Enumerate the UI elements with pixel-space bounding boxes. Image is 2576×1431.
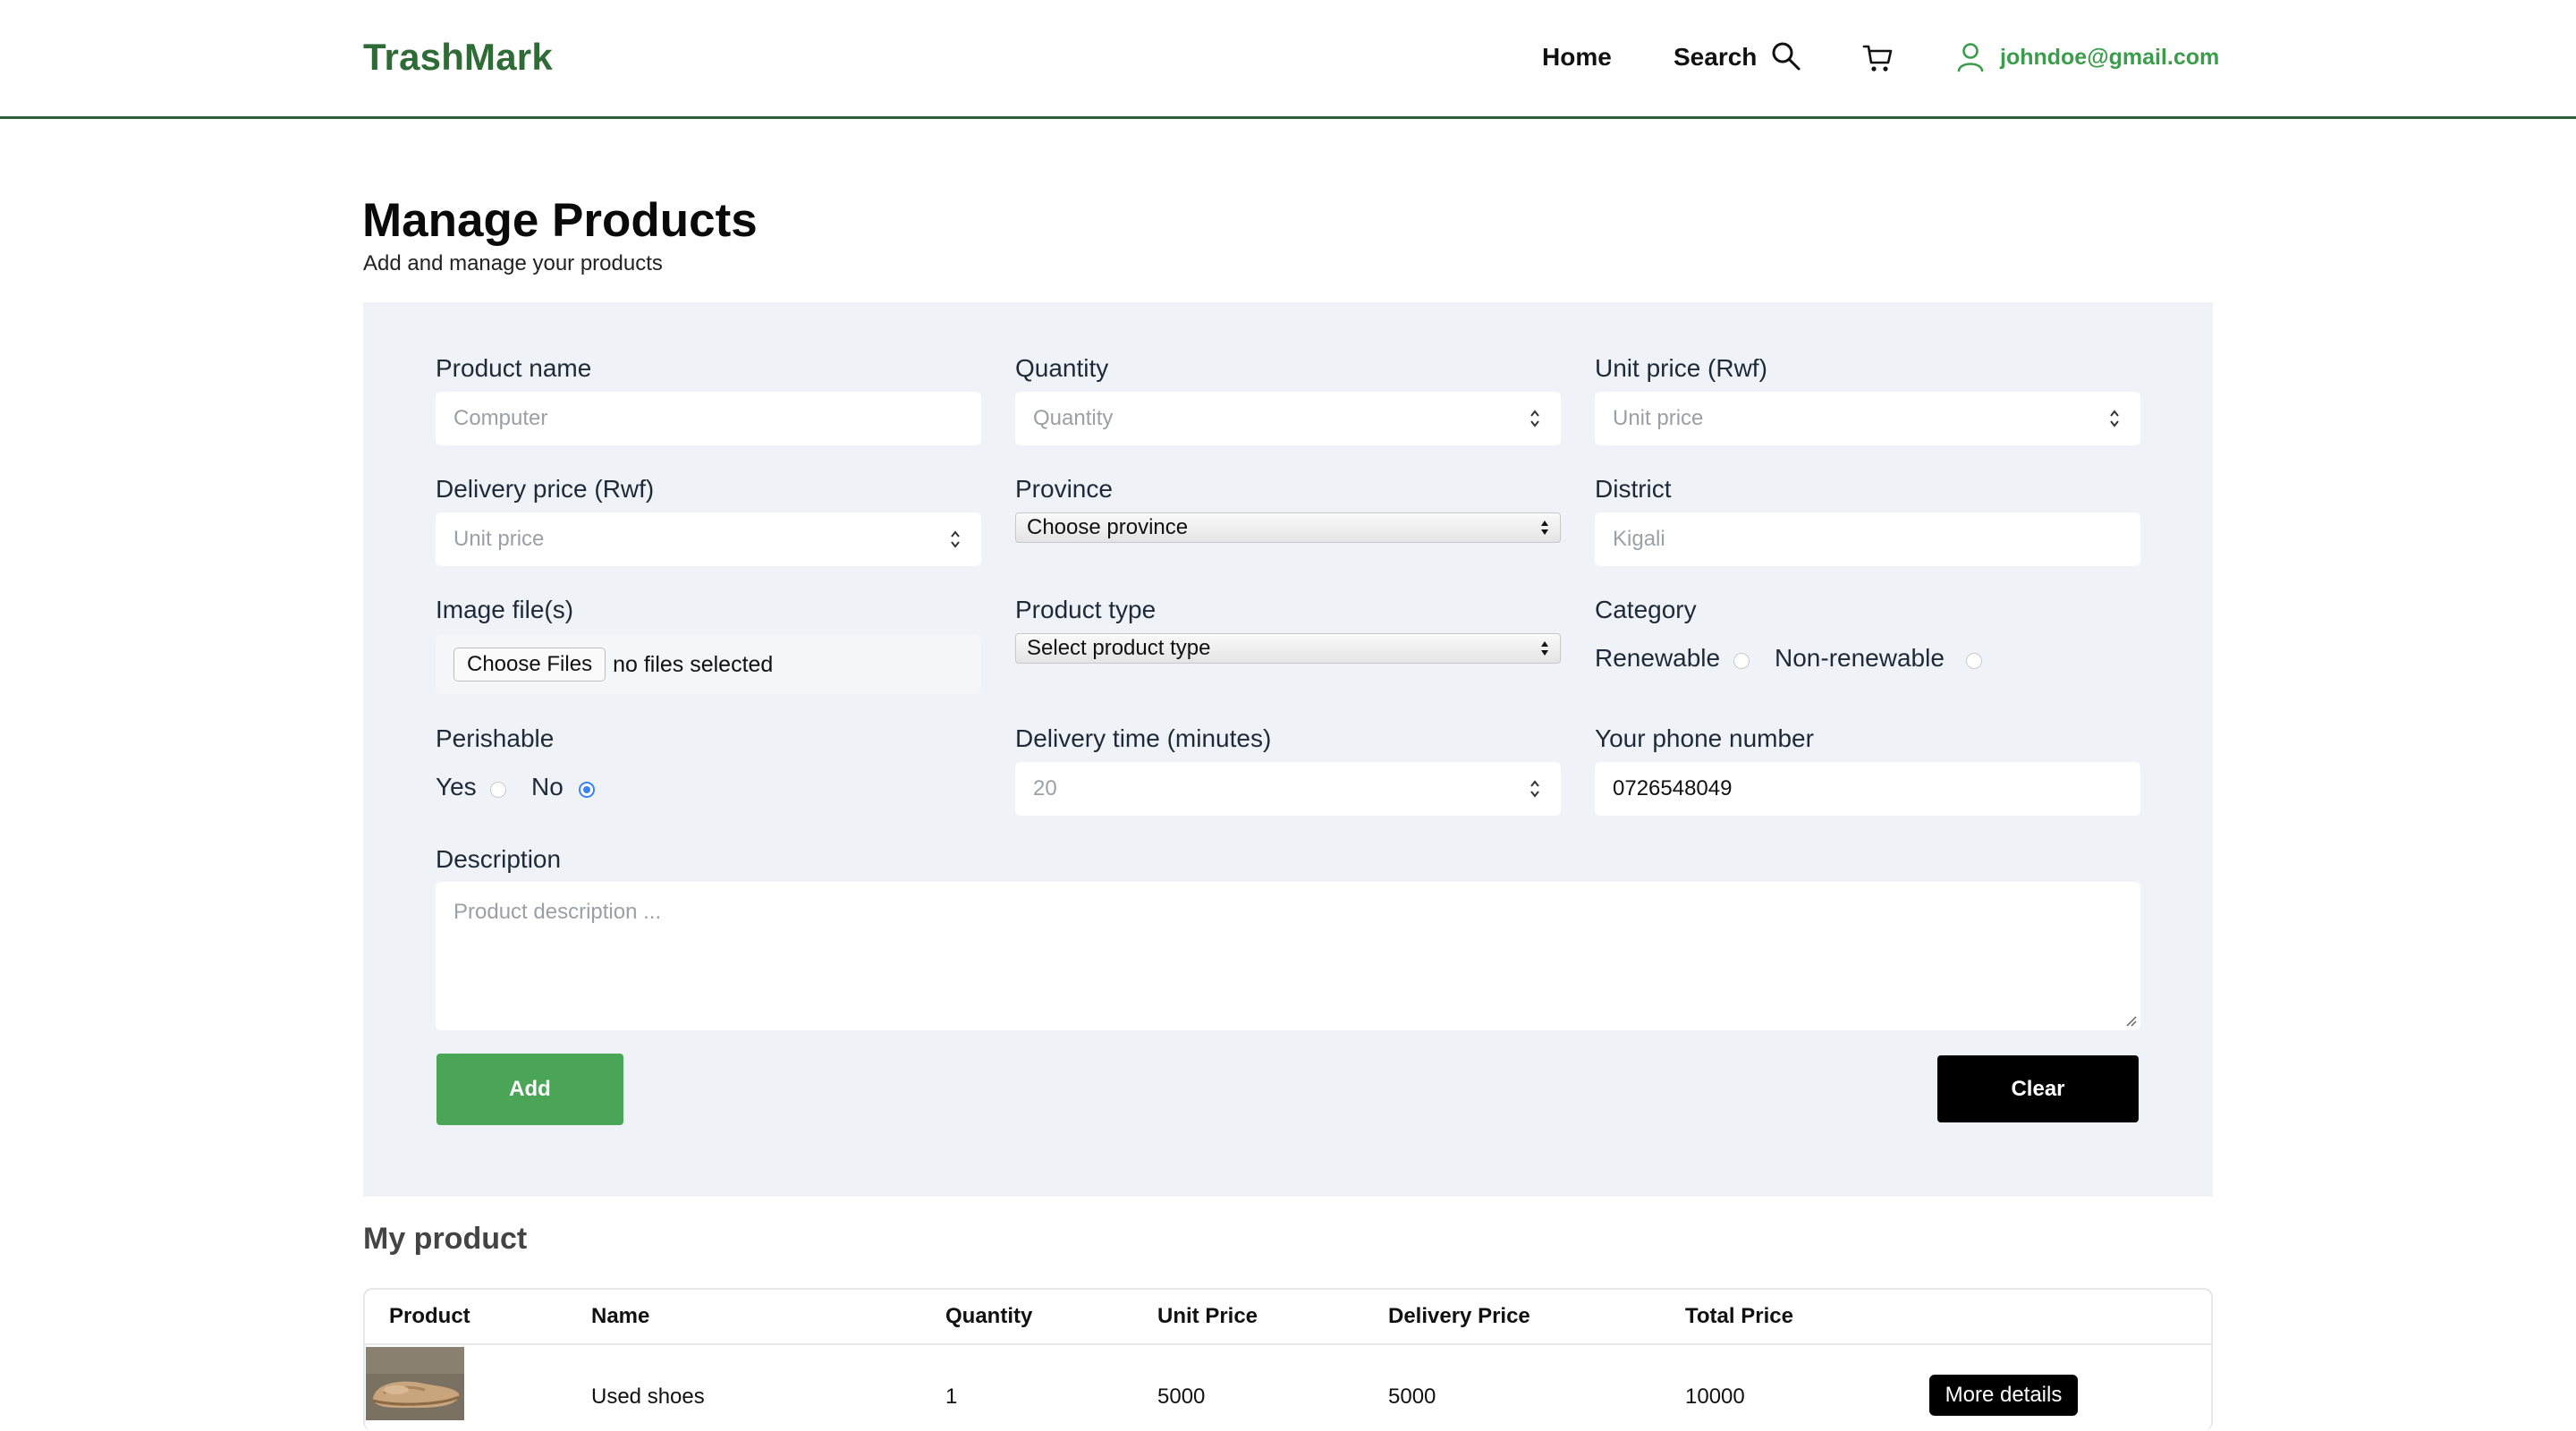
product-delivery-price-cell: 5000 — [1388, 1384, 1436, 1409]
product-total-price-cell: 10000 — [1685, 1384, 1745, 1409]
category-nonrenewable-label[interactable]: Non-renewable — [1775, 644, 1945, 673]
perishable-no-radio[interactable] — [579, 782, 595, 798]
product-type-selected-value: Select product type — [1027, 636, 1211, 660]
user-email-link[interactable]: johndoe@gmail.com — [2000, 45, 2219, 71]
province-select[interactable]: Choose province — [1015, 512, 1561, 543]
quantity-input[interactable]: Quantity — [1015, 392, 1561, 445]
quantity-placeholder: Quantity — [1033, 406, 1114, 430]
nav-home-link[interactable]: Home — [1542, 43, 1612, 72]
page-title: Manage Products — [362, 194, 758, 247]
image-file-picker: Choose Files no files selected — [436, 635, 981, 694]
category-label: Category — [1595, 596, 1697, 623]
product-quantity-cell: 1 — [945, 1384, 958, 1409]
column-header-total-price: Total Price — [1685, 1304, 1793, 1328]
cart-icon[interactable] — [1862, 43, 1894, 73]
table-header-divider — [365, 1343, 2211, 1345]
description-textarea[interactable]: Product description ... — [436, 882, 2140, 1030]
district-input[interactable]: Kigali — [1595, 512, 2140, 566]
product-name-placeholder: Computer — [453, 406, 548, 430]
choose-files-button[interactable]: Choose Files — [453, 648, 606, 682]
category-nonrenewable-radio[interactable] — [1966, 653, 1982, 669]
column-header-delivery-price: Delivery Price — [1388, 1304, 1530, 1328]
description-label: Description — [436, 845, 562, 873]
column-header-name: Name — [591, 1304, 650, 1328]
page-subtitle: Add and manage your products — [363, 251, 663, 275]
file-status-text: no files selected — [613, 651, 774, 677]
column-header-unit-price: Unit Price — [1157, 1304, 1258, 1328]
category-renewable-label[interactable]: Renewable — [1595, 644, 1720, 673]
product-type-select[interactable]: Select product type — [1015, 633, 1561, 664]
perishable-yes-radio[interactable] — [490, 782, 506, 798]
stepper-icon[interactable] — [2108, 408, 2121, 429]
district-label: District — [1595, 475, 1672, 503]
brand-logo[interactable]: TrashMark — [363, 36, 553, 79]
perishable-no-label[interactable]: No — [531, 773, 564, 801]
search-icon[interactable] — [1771, 41, 1801, 72]
stepper-icon[interactable] — [1529, 778, 1541, 800]
resize-handle-icon[interactable] — [2124, 1014, 2137, 1027]
product-thumbnail — [366, 1347, 464, 1420]
my-product-heading: My product — [363, 1222, 528, 1256]
province-label: Province — [1015, 475, 1113, 503]
description-placeholder: Product description ... — [453, 900, 662, 924]
delivery-time-label: Delivery time (minutes) — [1015, 724, 1272, 752]
select-arrows-icon — [1541, 641, 1548, 656]
phone-input[interactable]: 0726548049 — [1595, 762, 2140, 816]
delivery-time-input[interactable]: 20 — [1015, 762, 1561, 816]
stepper-icon[interactable] — [1529, 408, 1541, 429]
quantity-label: Quantity — [1015, 354, 1109, 382]
more-details-button[interactable]: More details — [1929, 1375, 2078, 1416]
nav-search-link[interactable]: Search — [1674, 43, 1757, 72]
phone-value: 0726548049 — [1613, 776, 1733, 800]
user-icon[interactable] — [1957, 42, 1984, 72]
product-name-input[interactable]: Computer — [436, 392, 981, 445]
phone-label: Your phone number — [1595, 724, 1814, 752]
delivery-time-placeholder: 20 — [1033, 776, 1057, 800]
perishable-yes-label[interactable]: Yes — [436, 773, 477, 801]
unit-price-input[interactable]: Unit price — [1595, 392, 2140, 445]
select-arrows-icon — [1541, 521, 1548, 535]
clear-button[interactable]: Clear — [1937, 1055, 2139, 1122]
unit-price-placeholder: Unit price — [1613, 406, 1704, 430]
delivery-price-label: Delivery price (Rwf) — [436, 475, 655, 503]
stepper-icon[interactable] — [949, 529, 962, 550]
product-name-cell: Used shoes — [591, 1384, 705, 1409]
perishable-label: Perishable — [436, 724, 555, 752]
product-type-label: Product type — [1015, 596, 1157, 623]
top-navbar: TrashMark Home Search johndoe@gmail.com — [0, 0, 2576, 119]
delivery-price-placeholder: Unit price — [453, 527, 545, 551]
product-name-label: Product name — [436, 354, 592, 382]
delivery-price-input[interactable]: Unit price — [436, 512, 981, 566]
column-header-quantity: Quantity — [945, 1304, 1033, 1328]
image-files-label: Image file(s) — [436, 596, 574, 623]
district-placeholder: Kigali — [1613, 527, 1665, 551]
unit-price-label: Unit price (Rwf) — [1595, 354, 1767, 382]
column-header-product: Product — [389, 1304, 470, 1328]
product-unit-price-cell: 5000 — [1157, 1384, 1206, 1409]
category-renewable-radio[interactable] — [1733, 653, 1750, 669]
add-button[interactable]: Add — [436, 1054, 623, 1125]
province-selected-value: Choose province — [1027, 515, 1189, 539]
